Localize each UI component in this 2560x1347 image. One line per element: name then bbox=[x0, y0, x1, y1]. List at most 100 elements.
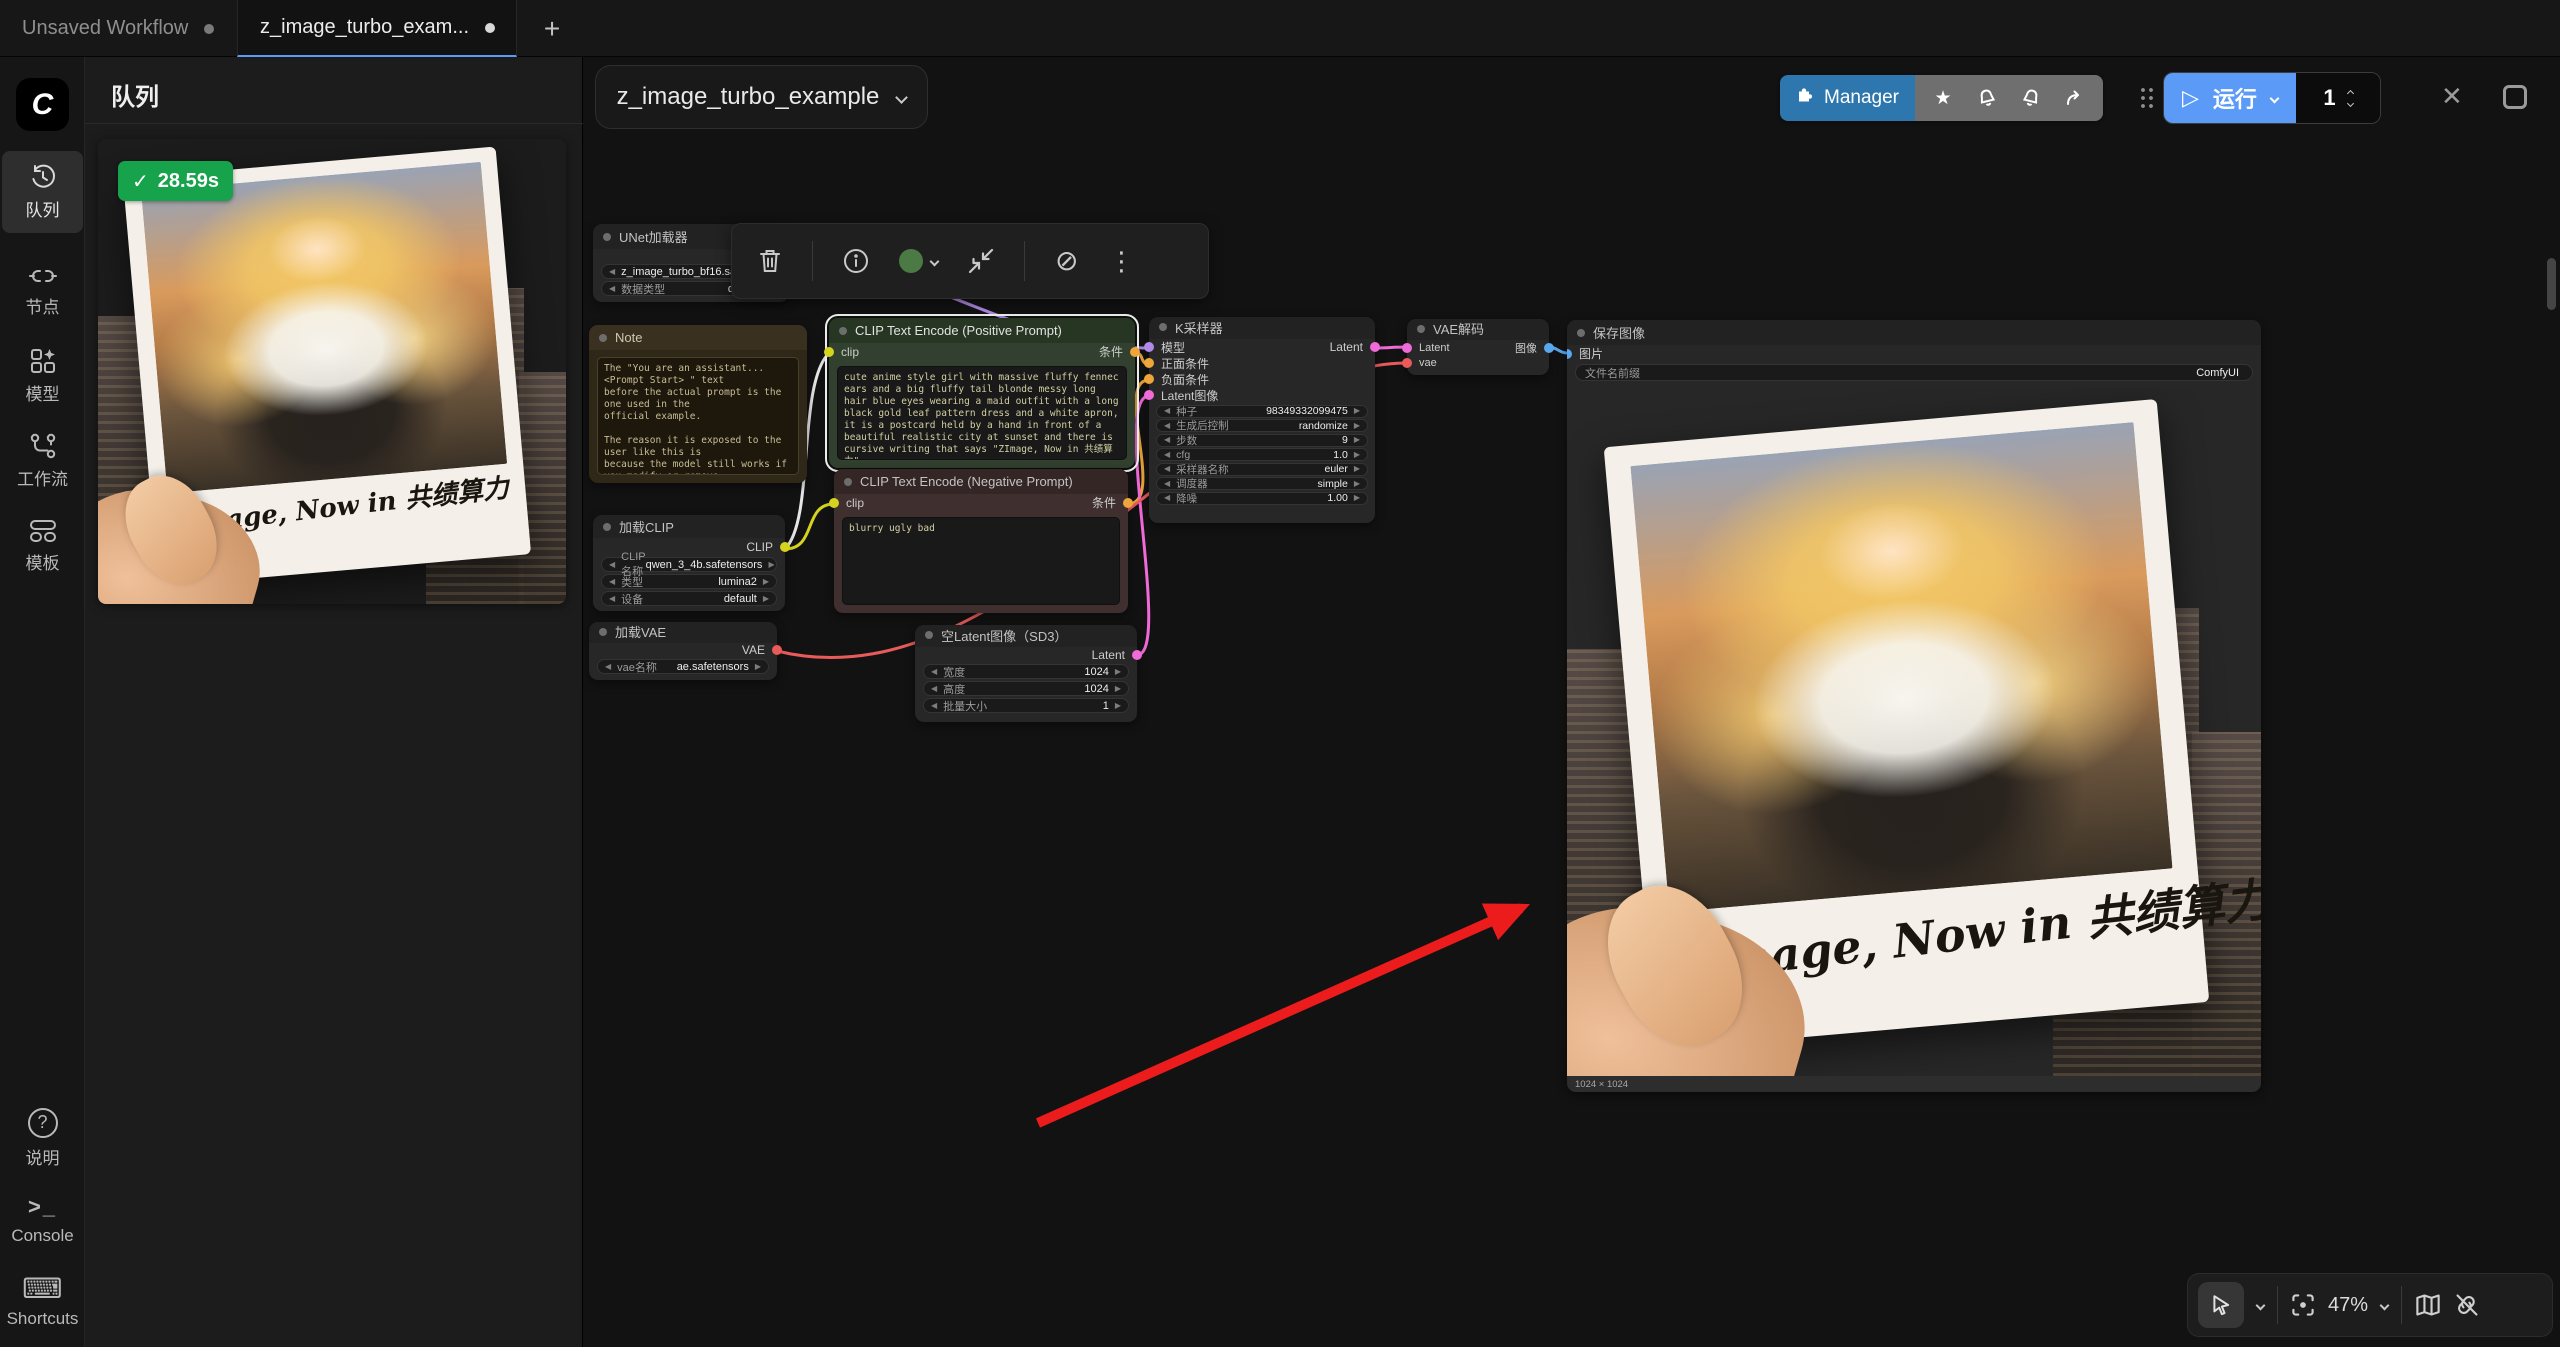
toolbar-drag-handle[interactable] bbox=[2139, 86, 2155, 110]
increment-icon[interactable]: ▶ bbox=[1115, 668, 1121, 676]
stepper-arrows[interactable] bbox=[2348, 91, 2353, 106]
latent-input-port[interactable] bbox=[1144, 390, 1154, 400]
widget-denoise[interactable]: ◀ 降噪 1.00 ▶ bbox=[1156, 492, 1368, 505]
increment-icon[interactable]: ▶ bbox=[1354, 465, 1360, 473]
share-icon[interactable] bbox=[2053, 89, 2097, 107]
node-title-bar[interactable]: VAE解码 bbox=[1407, 319, 1549, 340]
clip-input-port[interactable] bbox=[829, 498, 839, 508]
increment-icon[interactable]: ▶ bbox=[1354, 422, 1360, 430]
comfyui-logo[interactable]: C bbox=[16, 78, 69, 131]
increment-icon[interactable]: ▶ bbox=[755, 663, 761, 671]
decrement-icon[interactable]: ◀ bbox=[1164, 436, 1170, 444]
decrement-icon[interactable]: ◀ bbox=[609, 595, 615, 603]
decrement-icon[interactable]: ◀ bbox=[605, 663, 611, 671]
fit-view-icon[interactable] bbox=[2291, 1293, 2315, 1317]
conditioning-output-port[interactable] bbox=[1130, 347, 1140, 357]
decrement-icon[interactable]: ◀ bbox=[609, 578, 615, 586]
widget-clip-type[interactable]: ◀ 类型 lumina2 ▶ bbox=[601, 574, 777, 589]
image-input-port[interactable] bbox=[1567, 349, 1572, 359]
manager-button[interactable]: Manager bbox=[1780, 75, 1915, 121]
decrement-icon[interactable]: ◀ bbox=[609, 561, 615, 569]
widget-seed[interactable]: ◀ 种子 98349332099475 ▶ bbox=[1156, 405, 1368, 418]
model-input-port[interactable] bbox=[1144, 342, 1154, 352]
tab-unsaved-workflow[interactable]: Unsaved Workflow bbox=[0, 0, 237, 57]
widget-scheduler[interactable]: ◀ 调度器 simple ▶ bbox=[1156, 477, 1368, 490]
new-workflow-button[interactable]: + bbox=[534, 11, 570, 47]
delete-node-button[interactable] bbox=[758, 248, 782, 274]
collapse-node-button[interactable] bbox=[968, 248, 994, 274]
chevron-down-icon[interactable] bbox=[2380, 1300, 2390, 1310]
bell-icon[interactable] bbox=[1965, 88, 2009, 108]
increment-icon[interactable]: ▶ bbox=[1354, 436, 1360, 444]
node-clip-text-encode-negative[interactable]: CLIP Text Encode (Negative Prompt) clip … bbox=[834, 469, 1128, 613]
decrement-icon[interactable]: ◀ bbox=[1164, 407, 1170, 415]
sidebar-item-templates[interactable]: 模板 bbox=[2, 505, 83, 587]
sidebar-item-shortcuts[interactable]: ⌨ Shortcuts bbox=[2, 1261, 83, 1343]
increment-icon[interactable]: ▶ bbox=[1354, 494, 1360, 502]
star-icon[interactable]: ★ bbox=[1921, 87, 1965, 110]
node-title-bar[interactable]: K采样器 bbox=[1149, 317, 1375, 339]
node-info-button[interactable] bbox=[843, 248, 869, 274]
widget-device[interactable]: ◀ 设备 default ▶ bbox=[601, 591, 777, 606]
widget-cfg[interactable]: ◀ cfg 1.0 ▶ bbox=[1156, 448, 1368, 461]
vae-output-port[interactable] bbox=[772, 645, 782, 655]
widget-sampler-name[interactable]: ◀ 采样器名称 euler ▶ bbox=[1156, 463, 1368, 476]
node-title-bar[interactable]: 加载VAE bbox=[589, 622, 777, 643]
clip-input-port[interactable] bbox=[824, 347, 834, 357]
latent-output-port[interactable] bbox=[1370, 342, 1380, 352]
node-title-bar[interactable]: CLIP Text Encode (Positive Prompt) bbox=[829, 318, 1135, 343]
node-title-bar[interactable]: Note bbox=[589, 325, 807, 350]
decrement-icon[interactable]: ◀ bbox=[1164, 480, 1170, 488]
increment-icon[interactable]: ▶ bbox=[1115, 685, 1121, 693]
sidebar-item-queue[interactable]: 队列 bbox=[2, 151, 83, 233]
decrement-icon[interactable]: ◀ bbox=[1164, 494, 1170, 502]
increment-icon[interactable]: ▶ bbox=[1354, 480, 1360, 488]
increment-icon[interactable]: ▶ bbox=[1354, 451, 1360, 459]
conditioning-output-port[interactable] bbox=[1123, 498, 1133, 508]
widget-control-after-generate[interactable]: ◀ 生成后控制 randomize ▶ bbox=[1156, 419, 1368, 432]
sidebar-item-help[interactable]: ? 说明 bbox=[2, 1097, 83, 1179]
decrement-icon[interactable]: ◀ bbox=[1164, 422, 1170, 430]
node-title-bar[interactable]: 空Latent图像（SD3） bbox=[915, 625, 1137, 647]
widget-batch-size[interactable]: ◀ 批量大小 1 ▶ bbox=[923, 698, 1129, 713]
node-save-image[interactable]: 保存图像 图片 文件名前缀 ComfyUI bbox=[1567, 320, 2261, 1092]
decrement-icon[interactable]: ◀ bbox=[1164, 465, 1170, 473]
node-ksampler[interactable]: K采样器 模型 Latent 正面条件 负面条件 Latent图像 ◀ bbox=[1149, 317, 1375, 523]
decrement-icon[interactable]: ◀ bbox=[609, 285, 615, 293]
image-output-port[interactable] bbox=[1544, 343, 1554, 353]
stop-button[interactable] bbox=[2503, 85, 2527, 109]
node-note[interactable]: Note The "You are an assistant... <Promp… bbox=[589, 325, 807, 483]
node-title-bar[interactable]: 保存图像 bbox=[1567, 320, 2261, 345]
minimap-icon[interactable] bbox=[2415, 1293, 2441, 1317]
pointer-tool-button[interactable] bbox=[2198, 1282, 2244, 1328]
widget-vae-name[interactable]: ◀ vae名称 ae.safetensors ▶ bbox=[597, 659, 769, 674]
increment-icon[interactable]: ▶ bbox=[1354, 407, 1360, 415]
node-title-bar[interactable]: 加载CLIP bbox=[593, 515, 785, 538]
clip-output-port[interactable] bbox=[780, 542, 790, 552]
decrement-icon[interactable]: ◀ bbox=[1164, 451, 1170, 459]
negative-cond-input-port[interactable] bbox=[1144, 374, 1154, 384]
batch-count-stepper[interactable]: 1 bbox=[2296, 73, 2380, 123]
latent-output-port[interactable] bbox=[1132, 650, 1142, 660]
note-text[interactable]: The "You are an assistant... <Prompt Sta… bbox=[597, 357, 799, 475]
increment-icon[interactable]: ▶ bbox=[763, 578, 769, 586]
negative-prompt-textarea[interactable]: blurry ugly bad bbox=[842, 517, 1120, 605]
widget-steps[interactable]: ◀ 步数 9 ▶ bbox=[1156, 434, 1368, 447]
graph-canvas[interactable]: z_image_turbo_example Manager ★ bbox=[583, 57, 2560, 1347]
run-button[interactable]: ▷ 运行 bbox=[2164, 73, 2296, 123]
node-clip-text-encode-positive[interactable]: CLIP Text Encode (Positive Prompt) clip … bbox=[829, 318, 1135, 468]
sidebar-item-workflows[interactable]: 工作流 bbox=[2, 420, 83, 502]
widget-height[interactable]: ◀ 高度 1024 ▶ bbox=[923, 681, 1129, 696]
vae-input-port[interactable] bbox=[1402, 358, 1412, 368]
chevron-down-icon[interactable] bbox=[2256, 1300, 2266, 1310]
sidebar-item-console[interactable]: >_ Console bbox=[2, 1179, 83, 1261]
increment-icon[interactable]: ▶ bbox=[768, 561, 774, 569]
sidebar-item-nodes[interactable]: 节点 bbox=[2, 250, 83, 332]
tab-z-image-turbo-example[interactable]: z_image_turbo_exam... bbox=[237, 0, 517, 57]
auto-link-off-icon[interactable] bbox=[2454, 1292, 2480, 1318]
widget-width[interactable]: ◀ 宽度 1024 ▶ bbox=[923, 664, 1129, 679]
widget-filename-prefix[interactable]: 文件名前缀 ComfyUI bbox=[1575, 364, 2253, 381]
decrement-icon[interactable]: ◀ bbox=[609, 268, 615, 276]
bell-icon-2[interactable] bbox=[2009, 88, 2053, 108]
interrupt-button[interactable]: ✕ bbox=[2441, 81, 2463, 112]
